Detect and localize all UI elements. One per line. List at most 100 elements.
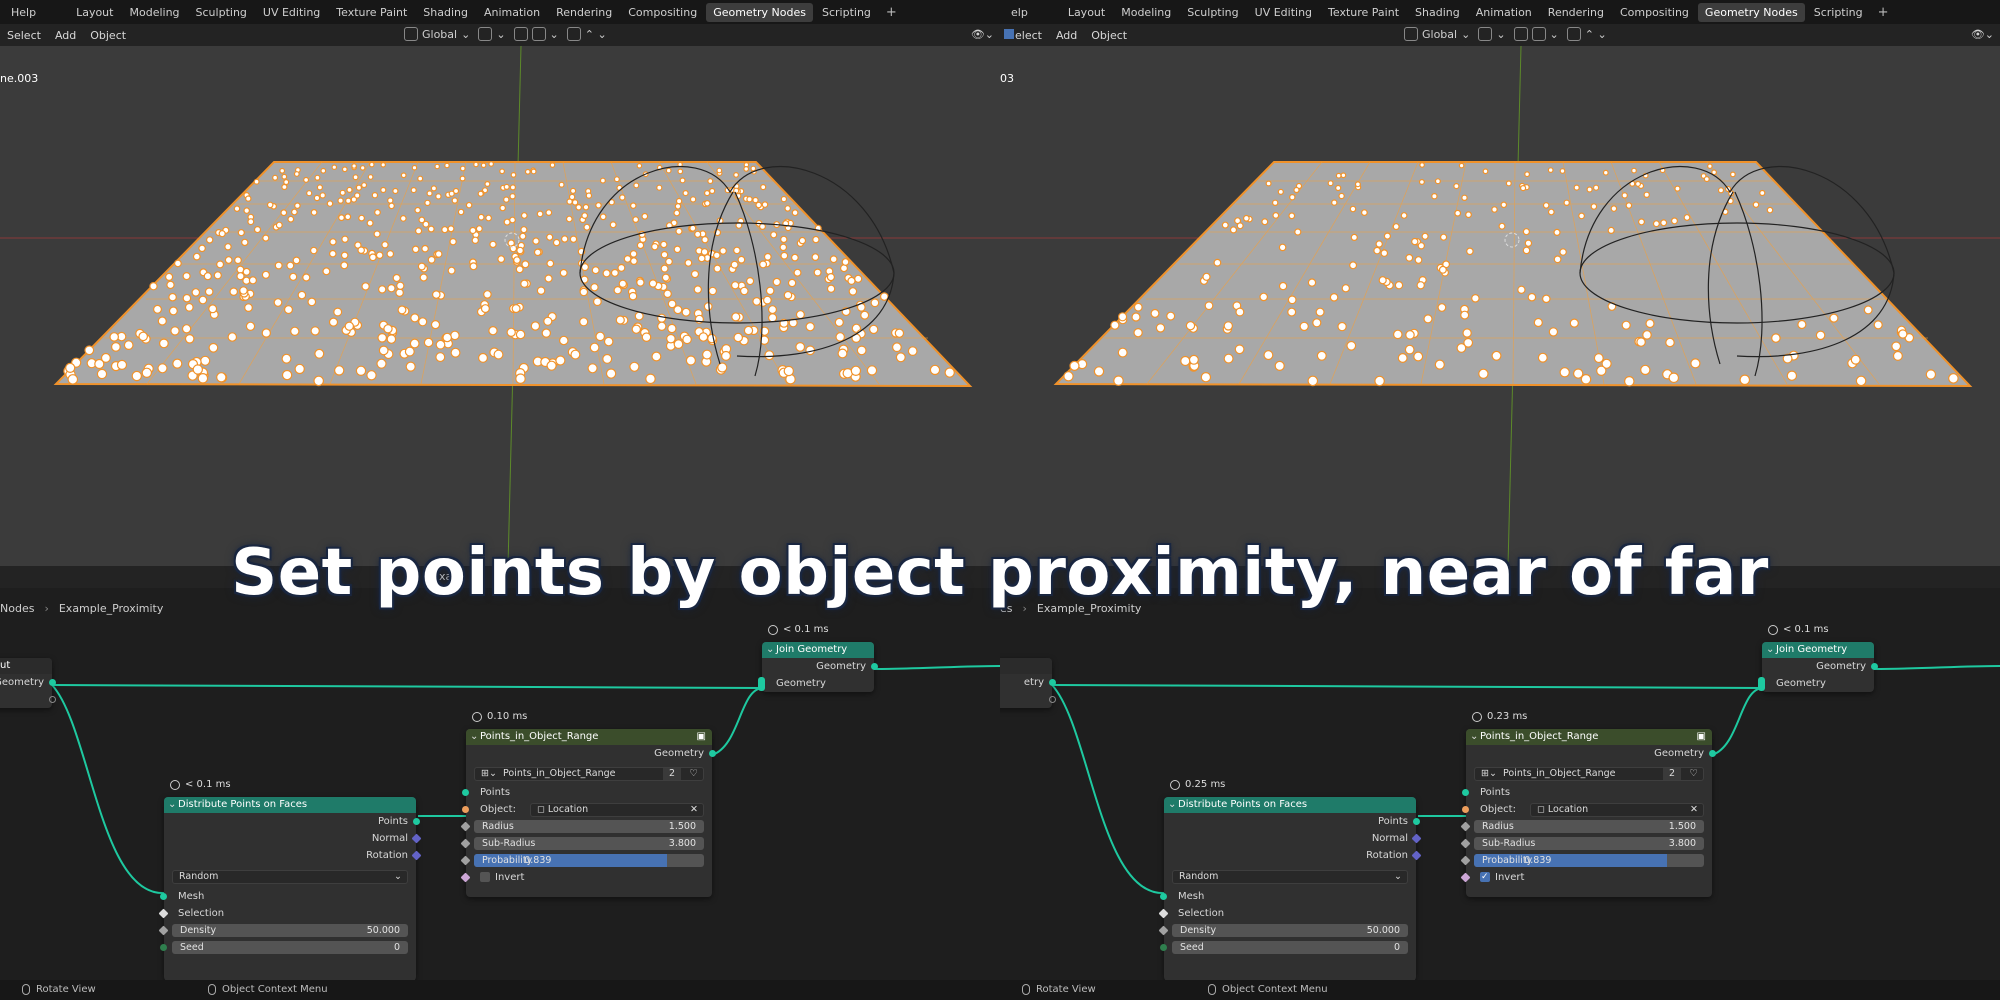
join-geometry-node[interactable]: < 0.1 ms ⌄ Join Geometry Geometry Geometr…: [758, 624, 878, 692]
group-input-node[interactable]: etry: [1000, 658, 1056, 708]
fake-user-icon[interactable]: ♡: [1689, 768, 1698, 780]
collapse-chevron-icon[interactable]: ⌄: [1766, 642, 1774, 658]
tab-compositing[interactable]: Compositing: [621, 3, 704, 22]
distribute-points-node[interactable]: 0.25 ms ⌄ Distribute Points on Faces Poin…: [1158, 779, 1422, 981]
orientation-dropdown[interactable]: Global ⌄: [1404, 27, 1470, 41]
geometry-socket[interactable]: [1413, 818, 1420, 825]
geometry-socket[interactable]: [871, 663, 878, 670]
probability-slider[interactable]: Probability0.839: [1474, 854, 1704, 867]
invert-checkbox[interactable]: [480, 872, 490, 882]
bool-socket[interactable]: [1158, 908, 1169, 919]
tab-shading[interactable]: Shading: [416, 3, 475, 22]
tab-compositing[interactable]: Compositing: [1613, 3, 1696, 22]
vector-socket[interactable]: [411, 833, 422, 844]
geometry-socket[interactable]: [1709, 750, 1716, 757]
object-picker[interactable]: ◻ Location ✕: [530, 803, 704, 817]
tab-rendering[interactable]: Rendering: [1541, 3, 1611, 22]
bool-socket[interactable]: [460, 872, 471, 883]
3d-viewport[interactable]: ne.003: [0, 46, 1000, 566]
geometry-socket[interactable]: [1160, 893, 1167, 900]
float-socket[interactable]: [460, 821, 471, 832]
int-socket[interactable]: [160, 944, 167, 951]
fake-user-icon[interactable]: ♡: [689, 768, 698, 780]
node-editor[interactable]: Exam Nodes › Example_Proximity ut Geomet…: [0, 566, 1000, 981]
snap-toggle[interactable]: ⌄: [1513, 27, 1559, 41]
seed-field[interactable]: Seed 0: [172, 941, 408, 954]
node-editor[interactable]: Exa es › Example_Proximity etry < 0.1 ms…: [1000, 566, 2000, 981]
help-menu[interactable]: elp: [1004, 3, 1035, 22]
bool-socket[interactable]: [158, 908, 169, 919]
tab-animation[interactable]: Animation: [1469, 3, 1539, 22]
multi-input-socket[interactable]: [1758, 677, 1765, 691]
geometry-socket[interactable]: [1049, 679, 1056, 686]
geometry-socket[interactable]: [1871, 663, 1878, 670]
geometry-socket[interactable]: [709, 750, 716, 757]
float-socket[interactable]: [1460, 855, 1471, 866]
float-socket[interactable]: [1158, 925, 1169, 936]
node-group-selector[interactable]: ⊞⌄ Points_in_Object_Range 2 ♡: [474, 767, 704, 781]
tab-sculpting[interactable]: Sculpting: [1180, 3, 1245, 22]
add-menu[interactable]: Add: [1049, 29, 1084, 42]
seed-field[interactable]: Seed 0: [1172, 941, 1408, 954]
visibility-icon[interactable]: 👁⌄: [1971, 28, 1994, 41]
tab-uv-editing[interactable]: UV Editing: [1248, 3, 1319, 22]
select-menu[interactable]: Select: [0, 29, 48, 42]
add-menu[interactable]: Add: [48, 29, 83, 42]
clear-icon[interactable]: ✕: [1690, 804, 1698, 816]
object-menu[interactable]: Object: [1084, 29, 1134, 42]
tab-scripting[interactable]: Scripting: [815, 3, 878, 22]
visibility-icon[interactable]: 👁⌄: [971, 28, 994, 41]
float-socket[interactable]: [158, 925, 169, 936]
collapse-chevron-icon[interactable]: ⌄: [1168, 797, 1176, 813]
radius-field[interactable]: Radius 1.500: [474, 820, 704, 833]
tab-layout[interactable]: Layout: [69, 3, 120, 22]
float-socket[interactable]: [460, 855, 471, 866]
tab-texture-paint[interactable]: Texture Paint: [1321, 3, 1406, 22]
select-menu[interactable]: elect: [1000, 28, 1049, 42]
vector-socket[interactable]: [411, 850, 422, 861]
tab-animation[interactable]: Animation: [477, 3, 547, 22]
tab-layout[interactable]: Layout: [1061, 3, 1112, 22]
probability-slider[interactable]: Probability0.839: [474, 854, 704, 867]
pivot-dropdown[interactable]: ⌄: [1478, 27, 1506, 41]
distribution-mode-dropdown[interactable]: Random ⌄: [1172, 870, 1408, 884]
points-in-range-node[interactable]: 0.10 ms ⌄ Points_in_Object_Range ▣ Geometr…: [460, 711, 716, 897]
geometry-socket[interactable]: [160, 893, 167, 900]
empty-socket[interactable]: [1049, 696, 1056, 703]
tab-scripting[interactable]: Scripting: [1807, 3, 1870, 22]
distribute-points-node[interactable]: < 0.1 ms ⌄ Distribute Points on Faces Poi…: [158, 779, 422, 981]
tab-modeling[interactable]: Modeling: [1114, 3, 1178, 22]
proportional-toggle[interactable]: ⌃ ⌄: [566, 27, 607, 41]
geometry-socket[interactable]: [49, 679, 56, 686]
tab-rendering[interactable]: Rendering: [549, 3, 619, 22]
orientation-dropdown[interactable]: Global ⌄: [404, 27, 470, 41]
add-workspace-icon[interactable]: +: [880, 5, 903, 20]
int-socket[interactable]: [1160, 944, 1167, 951]
float-socket[interactable]: [1460, 821, 1471, 832]
join-geometry-node[interactable]: < 0.1 ms ⌄ Join Geometry Geometry Geometr…: [1758, 624, 1878, 692]
collapse-chevron-icon[interactable]: ⌄: [766, 642, 774, 658]
invert-checkbox[interactable]: [1480, 869, 1490, 886]
points-in-range-node[interactable]: 0.23 ms ⌄ Points_in_Object_Range ▣ Geometr…: [1460, 711, 1716, 897]
bool-socket[interactable]: [1460, 872, 1471, 883]
snap-toggle[interactable]: ⌄: [513, 27, 559, 41]
collapse-chevron-icon[interactable]: ⌄: [470, 729, 478, 745]
group-input-node[interactable]: ut Geometry: [0, 658, 56, 708]
multi-input-socket[interactable]: [758, 677, 765, 691]
geometry-socket[interactable]: [462, 789, 469, 796]
node-group-selector[interactable]: ⊞⌄ Points_in_Object_Range 2 ♡: [1474, 767, 1704, 781]
tab-texture-paint[interactable]: Texture Paint: [329, 3, 414, 22]
subradius-field[interactable]: Sub-Radius 3.800: [474, 837, 704, 850]
subradius-field[interactable]: Sub-Radius 3.800: [1474, 837, 1704, 850]
3d-viewport[interactable]: 03: [1000, 46, 2000, 566]
density-field[interactable]: Density 50.000: [1172, 924, 1408, 937]
object-socket[interactable]: [1462, 806, 1469, 813]
density-field[interactable]: Density 50.000: [172, 924, 408, 937]
float-socket[interactable]: [460, 838, 471, 849]
tab-sculpting[interactable]: Sculpting: [189, 3, 254, 22]
collapse-chevron-icon[interactable]: ⌄: [1470, 729, 1478, 745]
vector-socket[interactable]: [1411, 850, 1422, 861]
vector-socket[interactable]: [1411, 833, 1422, 844]
proportional-toggle[interactable]: ⌃ ⌄: [1566, 27, 1607, 41]
geometry-socket[interactable]: [1462, 789, 1469, 796]
